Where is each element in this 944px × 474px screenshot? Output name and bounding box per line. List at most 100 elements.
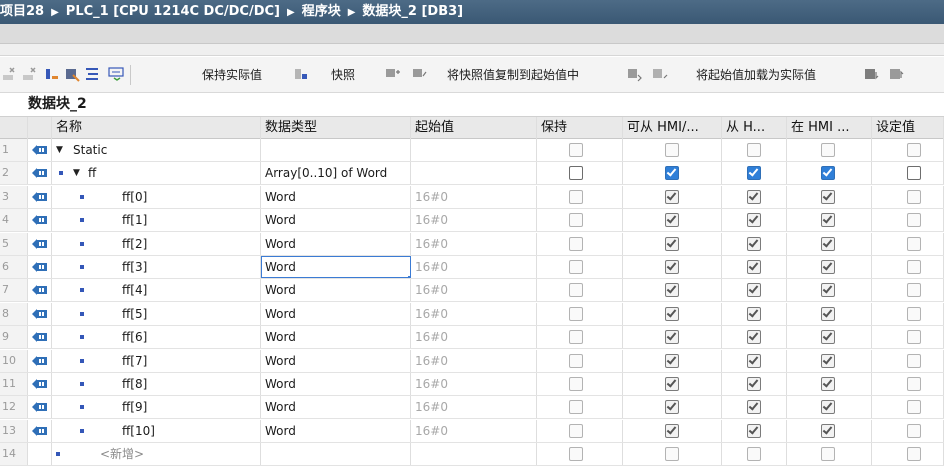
- monitor-icon[interactable]: [108, 66, 124, 82]
- checkbox[interactable]: [821, 354, 835, 368]
- upload-icon[interactable]: [889, 66, 905, 82]
- name-cell[interactable]: ff[10]: [52, 420, 261, 442]
- hmi-access-cell[interactable]: [623, 326, 722, 348]
- name-cell[interactable]: ff[4]: [52, 279, 261, 301]
- checkbox[interactable]: [821, 283, 835, 297]
- checkbox[interactable]: [821, 447, 835, 461]
- retain-cell[interactable]: [537, 209, 623, 231]
- datatype-cell[interactable]: Word: [261, 303, 411, 325]
- datatype-cell[interactable]: Word: [261, 396, 411, 418]
- checkbox[interactable]: [665, 190, 679, 204]
- name-cell[interactable]: ff[7]: [52, 350, 261, 372]
- checkbox[interactable]: [569, 260, 583, 274]
- checkbox[interactable]: [747, 424, 761, 438]
- table-row[interactable]: 1 ▼ Static: [0, 139, 944, 162]
- table-row[interactable]: 13 ff[10] Word 16#0: [0, 420, 944, 443]
- datatype-cell[interactable]: Array[0..10] of Word: [261, 162, 411, 184]
- checkbox[interactable]: [907, 213, 921, 227]
- checkbox[interactable]: [665, 260, 679, 274]
- hmi-in-cell[interactable]: [787, 396, 872, 418]
- checkbox[interactable]: [569, 354, 583, 368]
- checkbox[interactable]: [747, 166, 761, 180]
- table-row[interactable]: 5 ff[2] Word 16#0: [0, 233, 944, 256]
- collapse-icon[interactable]: [64, 66, 80, 82]
- table-row[interactable]: 8 ff[5] Word 16#0: [0, 303, 944, 326]
- hmi-access-cell[interactable]: [623, 162, 722, 184]
- checkbox[interactable]: [747, 307, 761, 321]
- hmi-in-cell[interactable]: [787, 162, 872, 184]
- checkbox[interactable]: [907, 447, 921, 461]
- hmi-visible-cell[interactable]: [722, 350, 787, 372]
- table-row[interactable]: 2 ▼ ff Array[0..10] of Word: [0, 162, 944, 185]
- name-cell[interactable]: ff[6]: [52, 326, 261, 348]
- setpoint-cell[interactable]: [872, 139, 944, 161]
- checkbox[interactable]: [821, 377, 835, 391]
- checkbox[interactable]: [907, 330, 921, 344]
- hmi-in-cell[interactable]: [787, 373, 872, 395]
- start-value-cell[interactable]: 16#0: [411, 326, 537, 348]
- add-row-icon[interactable]: [22, 66, 38, 82]
- table-row[interactable]: 7 ff[4] Word 16#0: [0, 279, 944, 302]
- datatype-cell[interactable]: Word: [261, 233, 411, 255]
- retain-cell[interactable]: [537, 233, 623, 255]
- datatype-cell[interactable]: Word: [261, 186, 411, 208]
- checkbox[interactable]: [747, 237, 761, 251]
- table-row[interactable]: 12 ff[9] Word 16#0: [0, 396, 944, 419]
- expand-icon[interactable]: [44, 66, 60, 82]
- retain-cell[interactable]: [537, 350, 623, 372]
- checkbox[interactable]: [821, 424, 835, 438]
- hmi-access-cell[interactable]: [623, 373, 722, 395]
- start-value-cell[interactable]: 16#0: [411, 209, 537, 231]
- datatype-cell[interactable]: Word: [261, 326, 411, 348]
- setpoint-cell[interactable]: [872, 162, 944, 184]
- hmi-visible-cell[interactable]: [722, 396, 787, 418]
- checkbox[interactable]: [665, 213, 679, 227]
- checkbox[interactable]: [665, 354, 679, 368]
- setpoint-cell[interactable]: [872, 420, 944, 442]
- header-setpoint[interactable]: 设定值: [872, 117, 944, 139]
- checkbox[interactable]: [569, 447, 583, 461]
- datatype-cell[interactable]: Word: [261, 279, 411, 301]
- hmi-access-cell[interactable]: [623, 420, 722, 442]
- actual-to-start-icon[interactable]: [652, 66, 668, 82]
- collapse-arrow-icon[interactable]: ▼: [73, 162, 80, 184]
- retain-cell[interactable]: [537, 443, 623, 465]
- start-to-actual-icon[interactable]: [627, 66, 643, 82]
- hmi-visible-cell[interactable]: [722, 326, 787, 348]
- hmi-access-cell[interactable]: [623, 139, 722, 161]
- breadcrumb-db[interactable]: 数据块_2 [DB3]: [362, 4, 463, 19]
- breadcrumb-blocks[interactable]: 程序块: [302, 4, 341, 19]
- setpoint-cell[interactable]: [872, 279, 944, 301]
- hmi-access-cell[interactable]: [623, 303, 722, 325]
- checkbox[interactable]: [665, 400, 679, 414]
- retain-cell[interactable]: [537, 139, 623, 161]
- name-cell[interactable]: ff[9]: [52, 396, 261, 418]
- setpoint-cell[interactable]: [872, 443, 944, 465]
- checkbox[interactable]: [821, 213, 835, 227]
- checkbox[interactable]: [665, 447, 679, 461]
- checkbox[interactable]: [747, 377, 761, 391]
- checkbox[interactable]: [569, 330, 583, 344]
- collapse-arrow-icon[interactable]: ▼: [56, 139, 63, 161]
- retain-cell[interactable]: [537, 186, 623, 208]
- load-start-as-actual-button[interactable]: 将起始值加载为实际值: [696, 65, 816, 85]
- checkbox[interactable]: [747, 283, 761, 297]
- start-value-cell[interactable]: [411, 162, 537, 184]
- retain-cell[interactable]: [537, 256, 623, 278]
- header-name[interactable]: 名称: [52, 117, 261, 139]
- start-value-cell[interactable]: 16#0: [411, 186, 537, 208]
- checkbox[interactable]: [907, 143, 921, 157]
- checkbox[interactable]: [665, 377, 679, 391]
- hmi-access-cell[interactable]: [623, 233, 722, 255]
- hmi-in-cell[interactable]: [787, 139, 872, 161]
- retain-cell[interactable]: [537, 303, 623, 325]
- hmi-in-cell[interactable]: [787, 256, 872, 278]
- checkbox[interactable]: [569, 307, 583, 321]
- hmi-visible-cell[interactable]: [722, 420, 787, 442]
- checkbox[interactable]: [821, 166, 835, 180]
- table-row[interactable]: 6 ff[3] Word 16#0: [0, 256, 944, 279]
- start-value-cell[interactable]: 16#0: [411, 396, 537, 418]
- checkbox[interactable]: [747, 400, 761, 414]
- checkbox[interactable]: [821, 260, 835, 274]
- hmi-visible-cell[interactable]: [722, 233, 787, 255]
